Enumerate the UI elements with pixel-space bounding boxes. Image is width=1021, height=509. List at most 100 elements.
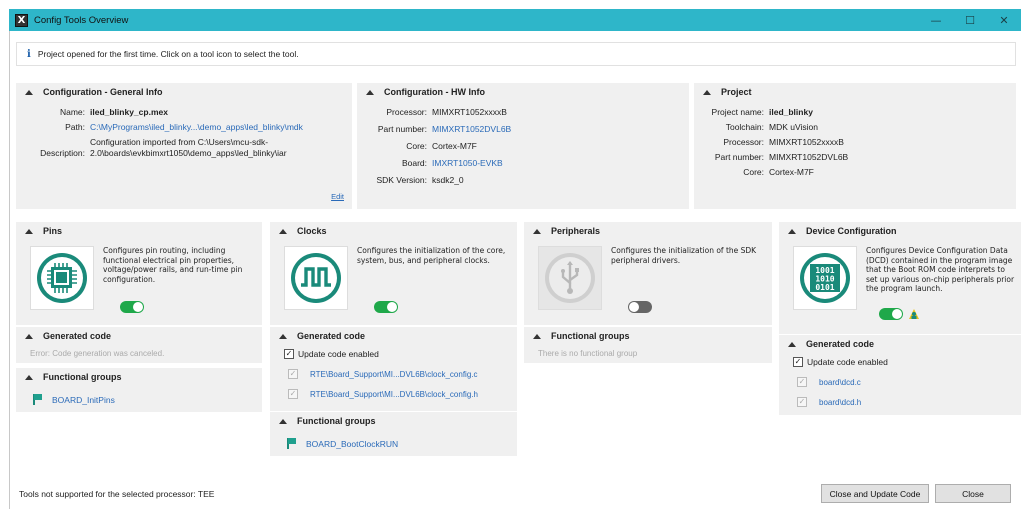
- generated-file-link[interactable]: RTE\Board_Support\MI...DVL6B\clock_confi…: [310, 370, 478, 379]
- collapse-caret-icon[interactable]: [25, 89, 33, 95]
- collapse-caret-icon[interactable]: [279, 333, 287, 339]
- close-window-button[interactable]: ✕: [987, 9, 1021, 31]
- config-path-link[interactable]: C:\MyPrograms\iled_blinky...\demo_apps\l…: [90, 122, 303, 133]
- edit-description-link[interactable]: Edit: [331, 192, 344, 201]
- checkbox-disabled-icon: ✓: [288, 369, 298, 379]
- sdk-version-label: SDK Version:: [376, 175, 427, 185]
- description-label: Description:: [40, 148, 85, 158]
- pins-generated-message: Error: Code generation was canceled.: [30, 349, 165, 358]
- info-text: Project opened for the first time. Click…: [37, 49, 299, 59]
- name-label: Name:: [59, 107, 85, 117]
- project-name-label: Project name:: [711, 107, 764, 117]
- pins-generated-header[interactable]: Generated code: [16, 327, 262, 345]
- collapse-caret-icon[interactable]: [533, 333, 541, 339]
- pins-enable-toggle[interactable]: [120, 301, 144, 313]
- maximize-button[interactable]: ☐: [953, 9, 987, 31]
- project-processor-value: MIMXRT1052xxxxB: [769, 137, 844, 147]
- collapse-caret-icon[interactable]: [25, 374, 33, 380]
- checkbox-checked-icon[interactable]: ✓: [793, 357, 803, 367]
- functional-group-link[interactable]: BOARD_BootClockRUN: [306, 439, 398, 449]
- svg-text:0101: 0101: [815, 283, 834, 292]
- clocks-generated-header[interactable]: Generated code: [270, 327, 517, 345]
- checkbox-disabled-icon: ✓: [288, 389, 298, 399]
- clocks-update-code-checkbox[interactable]: ✓ Update code enabled: [270, 349, 517, 359]
- generated-file-link[interactable]: RTE\Board_Support\MI...DVL6B\clock_confi…: [310, 390, 478, 399]
- dcd-description: Configures Device Configuration Data (DC…: [866, 246, 1015, 293]
- collapse-caret-icon[interactable]: [788, 341, 796, 347]
- clocks-functional-groups-panel: Functional groups BOARD_BootClockRUN: [270, 412, 517, 456]
- dcd-generated-title: Generated code: [806, 339, 875, 349]
- pins-header[interactable]: Pins: [16, 222, 262, 240]
- functional-group-item[interactable]: BOARD_BootClockRUN: [270, 438, 517, 449]
- part-number-label: Part number:: [377, 124, 427, 134]
- clocks-tool-button[interactable]: [284, 246, 348, 310]
- config-name: iled_blinky_cp.mex: [90, 107, 168, 117]
- hw-info-header[interactable]: Configuration - HW Info: [357, 83, 689, 101]
- generated-file-link[interactable]: board\dcd.c: [819, 378, 861, 387]
- pins-tool-panel: Pins Configures pin routing, including f…: [16, 222, 262, 325]
- collapse-caret-icon[interactable]: [533, 228, 541, 234]
- checkbox-disabled-icon: ✓: [797, 377, 807, 387]
- close-and-update-button[interactable]: Close and Update Code: [821, 484, 929, 503]
- collapse-caret-icon[interactable]: [279, 228, 287, 234]
- clocks-title: Clocks: [297, 226, 327, 236]
- flag-icon: [32, 394, 42, 405]
- sdk-version-value: ksdk2_0: [432, 175, 464, 185]
- clocks-update-label: Update code enabled: [298, 349, 379, 359]
- flag-icon: [286, 438, 296, 449]
- peripherals-groups-message: There is no functional group: [538, 349, 638, 358]
- functional-group-link[interactable]: BOARD_InitPins: [52, 395, 115, 405]
- peripherals-groups-title: Functional groups: [551, 331, 630, 341]
- project-panel: Project Project name: iled_blinky Toolcha…: [694, 83, 1016, 209]
- generated-file-item: ✓ RTE\Board_Support\MI...DVL6B\clock_con…: [270, 369, 517, 379]
- dcd-tool-panel: Device Configuration 1001 1010 0101 Conf…: [779, 222, 1021, 334]
- dcd-update-code-checkbox[interactable]: ✓ Update code enabled: [779, 357, 1021, 367]
- pins-functional-groups-panel: Functional groups BOARD_InitPins: [16, 368, 262, 412]
- pins-groups-header[interactable]: Functional groups: [16, 368, 262, 386]
- general-info-panel: Configuration - General Info Name: iled_b…: [16, 83, 352, 209]
- info-bar: i Project opened for the first time. Cli…: [16, 42, 1016, 66]
- general-info-title: Configuration - General Info: [43, 87, 163, 97]
- clocks-description: Configures the initialization of the cor…: [357, 246, 506, 265]
- part-number-link[interactable]: MIMXRT1052DVL6B: [432, 124, 511, 135]
- peripherals-tool-button[interactable]: [538, 246, 602, 310]
- usb-icon: [545, 253, 595, 303]
- clocks-groups-title: Functional groups: [297, 416, 376, 426]
- general-info-header[interactable]: Configuration - General Info: [16, 83, 352, 101]
- peripherals-tool-panel: Peripherals Configures the initializatio…: [524, 222, 772, 325]
- board-label: Board:: [401, 158, 427, 168]
- minimize-button[interactable]: —: [919, 9, 953, 31]
- clocks-header[interactable]: Clocks: [270, 222, 517, 240]
- toolchain-value: MDK uVision: [769, 122, 818, 132]
- project-processor-label: Processor:: [723, 137, 764, 147]
- pins-description: Configures pin routing, including functi…: [103, 246, 243, 284]
- collapse-caret-icon[interactable]: [788, 228, 796, 234]
- hw-info-title: Configuration - HW Info: [384, 87, 485, 97]
- functional-group-item[interactable]: BOARD_InitPins: [16, 394, 262, 405]
- dcd-header[interactable]: Device Configuration: [779, 222, 1021, 240]
- clocks-generated-code-panel: Generated code ✓ Update code enabled ✓ R…: [270, 327, 517, 411]
- peripherals-title: Peripherals: [551, 226, 601, 236]
- peripherals-groups-header[interactable]: Functional groups: [524, 327, 772, 345]
- peripherals-header[interactable]: Peripherals: [524, 222, 772, 240]
- dcd-tool-button[interactable]: 1001 1010 0101: [793, 246, 857, 310]
- dcd-enable-toggle[interactable]: [879, 308, 903, 320]
- clocks-enable-toggle[interactable]: [374, 301, 398, 313]
- close-button[interactable]: Close: [935, 484, 1011, 503]
- checkbox-checked-icon[interactable]: ✓: [284, 349, 294, 359]
- collapse-caret-icon[interactable]: [703, 89, 711, 95]
- collapse-caret-icon[interactable]: [25, 228, 33, 234]
- warning-user-icon: [909, 309, 919, 319]
- project-title: Project: [721, 87, 752, 97]
- peripherals-enable-toggle[interactable]: [628, 301, 652, 313]
- dcd-generated-header[interactable]: Generated code: [779, 335, 1021, 353]
- collapse-caret-icon[interactable]: [279, 418, 287, 424]
- project-header[interactable]: Project: [694, 83, 1016, 101]
- generated-file-link[interactable]: board\dcd.h: [819, 398, 861, 407]
- collapse-caret-icon[interactable]: [366, 89, 374, 95]
- clocks-groups-header[interactable]: Functional groups: [270, 412, 517, 430]
- generated-file-item: ✓ board\dcd.h: [779, 397, 1021, 407]
- pins-tool-button[interactable]: [30, 246, 94, 310]
- collapse-caret-icon[interactable]: [25, 333, 33, 339]
- board-link[interactable]: IMXRT1050-EVKB: [432, 158, 503, 169]
